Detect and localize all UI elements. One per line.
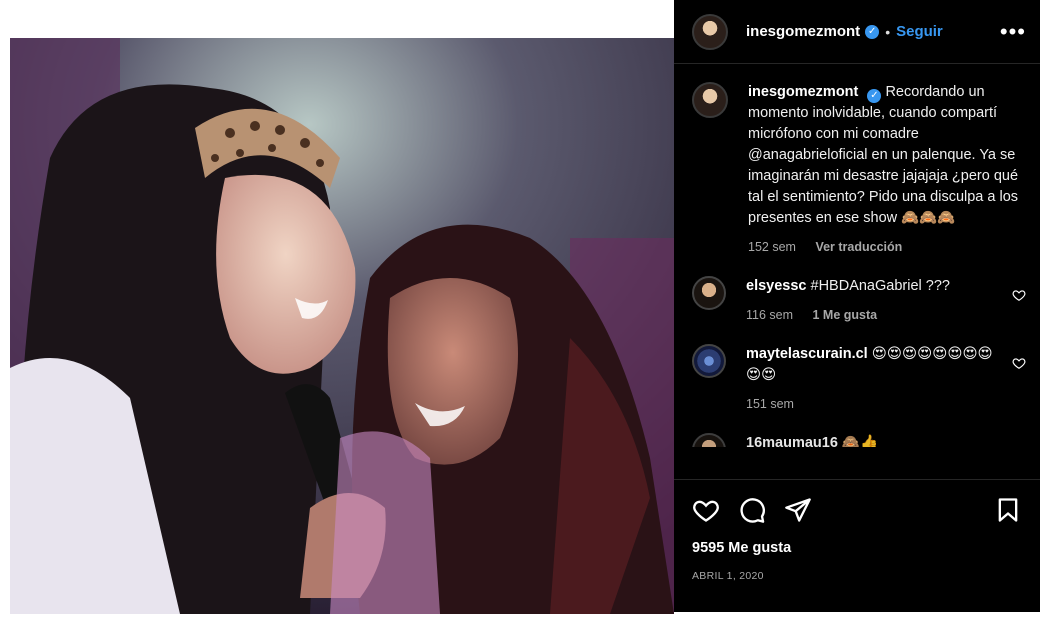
- separator-dot: •: [885, 23, 891, 40]
- comment-item: 16maumau16 🙈👍: [692, 433, 1026, 447]
- bookmark-icon[interactable]: [994, 496, 1022, 524]
- verified-badge-icon: ✓: [867, 88, 882, 103]
- comment-time[interactable]: 116 sem: [746, 308, 793, 322]
- comment-likes[interactable]: 1 Me gusta: [813, 308, 878, 322]
- author-avatar[interactable]: [692, 13, 728, 50]
- post-panel: inesgomezmont ✓ • Seguir ••• inesgomezmo…: [674, 0, 1040, 612]
- commenter-avatar[interactable]: [692, 344, 726, 378]
- comment-username[interactable]: elsyessc: [746, 278, 806, 294]
- post-header: inesgomezmont ✓ • Seguir •••: [674, 0, 1040, 64]
- action-bar: [674, 480, 1040, 540]
- comment-text: 🙈👍: [841, 435, 879, 447]
- caption: inesgomezmont ✓ Recordando un momento in…: [692, 82, 1026, 258]
- more-icon[interactable]: •••: [1000, 20, 1026, 43]
- follow-button[interactable]: Seguir: [896, 23, 943, 40]
- translate-link[interactable]: Ver traducción: [815, 240, 902, 254]
- comment-icon[interactable]: [738, 496, 766, 524]
- commenter-avatar[interactable]: [692, 433, 726, 447]
- author-username[interactable]: inesgomezmont: [746, 23, 860, 40]
- heart-icon[interactable]: [1012, 288, 1026, 302]
- heart-icon[interactable]: [692, 496, 720, 524]
- comment-item: elsyessc #HBDAnaGabriel ??? 116 sem 1 Me…: [692, 276, 1026, 326]
- comment-username[interactable]: 16maumau16: [746, 435, 838, 447]
- commenter-avatar[interactable]: [692, 276, 726, 310]
- caption-avatar[interactable]: [692, 82, 728, 118]
- caption-time[interactable]: 152 sem: [748, 240, 796, 254]
- caption-text: Recordando un momento inolvidable, cuand…: [748, 84, 1019, 226]
- heart-icon[interactable]: [1012, 356, 1026, 370]
- comments-list[interactable]: inesgomezmont ✓ Recordando un momento in…: [674, 64, 1040, 480]
- send-icon[interactable]: [784, 496, 812, 524]
- comment-text: #HBDAnaGabriel ???: [810, 278, 950, 294]
- post-date: ABRIL 1, 2020: [692, 570, 764, 582]
- comment-time[interactable]: 151 sem: [746, 397, 794, 411]
- post-photo[interactable]: [10, 38, 674, 614]
- verified-badge-icon: ✓: [865, 24, 880, 39]
- caption-username[interactable]: inesgomezmont: [748, 84, 858, 100]
- comment-username[interactable]: maytelascurain.cl: [746, 346, 868, 362]
- comment-item: maytelascurain.cl 😍😍😍😍😍😍😍😍😍😍 151 sem: [692, 344, 1026, 415]
- likes-count[interactable]: 9595 Me gusta: [674, 540, 1040, 556]
- concert-photo: [10, 38, 674, 614]
